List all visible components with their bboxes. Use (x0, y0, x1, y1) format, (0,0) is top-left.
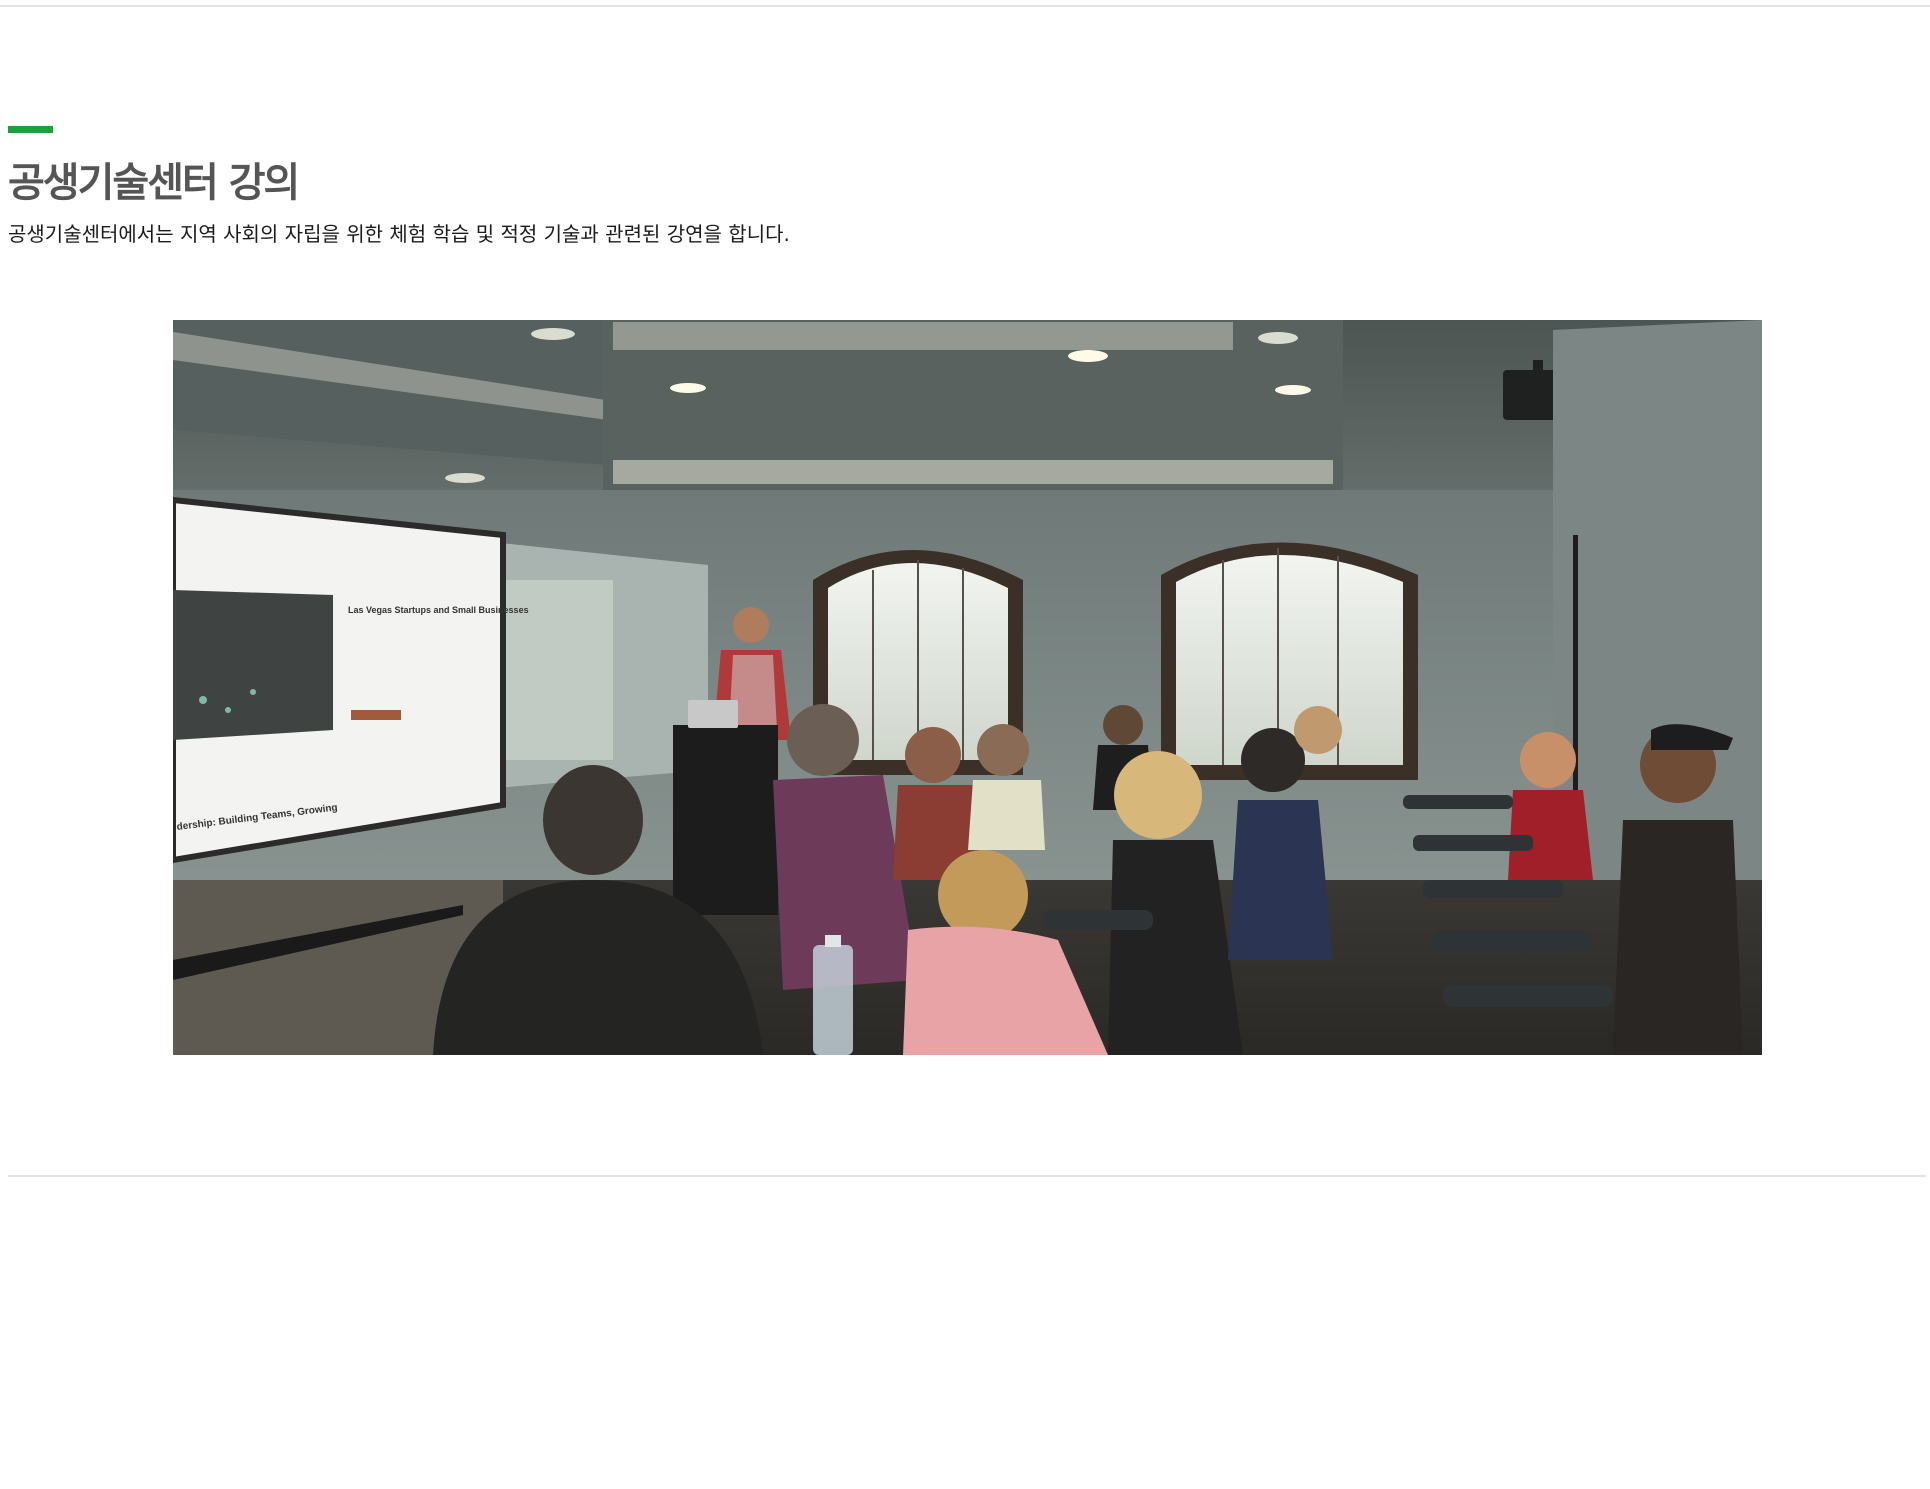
screen-heading: Las Vegas Startups and Small Businesses (348, 605, 529, 615)
lecture-photo: Las Vegas Startups and Small Businesses … (173, 320, 1762, 1055)
bottom-divider (8, 1175, 1926, 1177)
section-description: 공생기술센터에서는 지역 사회의 자립을 위한 체험 학습 및 적정 기술과 관… (8, 222, 790, 246)
section-title: 공생기술센터 강의 (8, 160, 300, 206)
top-divider (0, 5, 1930, 7)
title-accent-bar (8, 126, 53, 133)
